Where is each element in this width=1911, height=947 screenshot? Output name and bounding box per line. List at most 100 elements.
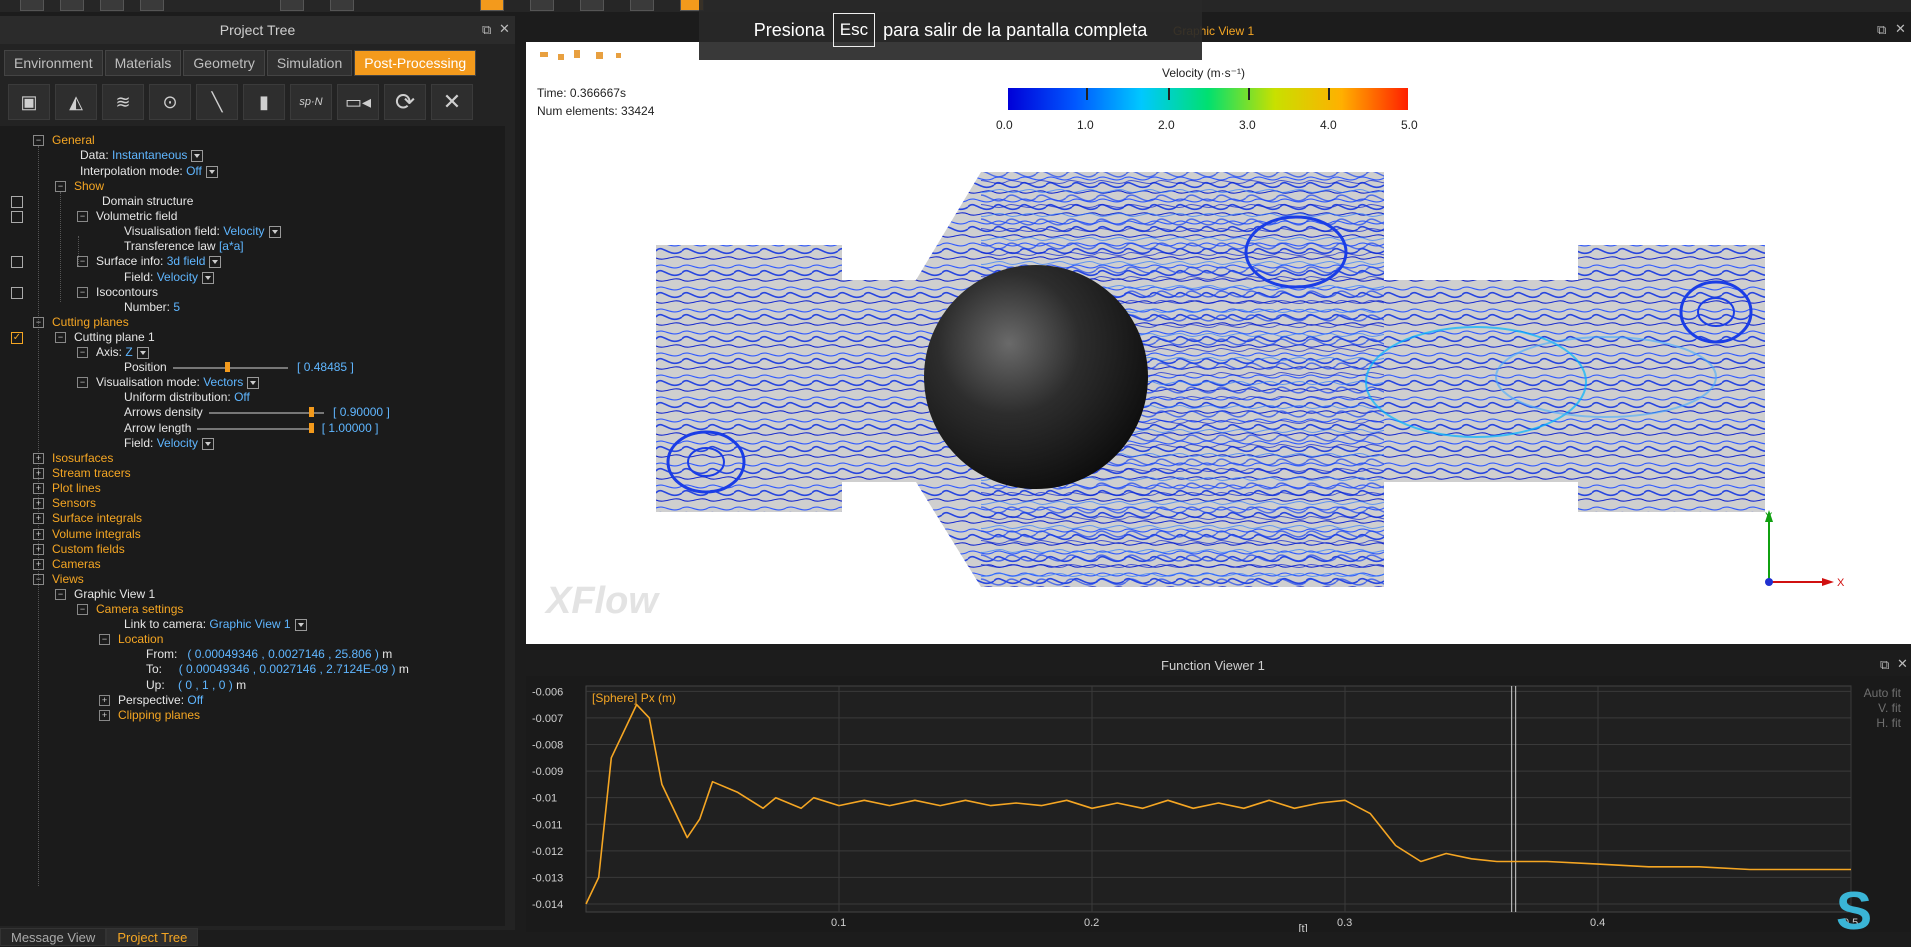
tree-item-graphic-view[interactable]: − Graphic View 1 (55, 586, 155, 602)
slider-handle[interactable] (309, 406, 315, 417)
tree-item-clipping[interactable]: + Clipping planes (99, 707, 200, 723)
v-fit-button[interactable]: V. fit (1878, 701, 1901, 715)
chevron-down-icon[interactable] (268, 225, 281, 238)
tab-materials[interactable]: Materials (104, 50, 182, 76)
surface-checkbox[interactable] (11, 256, 23, 268)
cube-icon[interactable]: ▣ (8, 84, 50, 120)
tree-item-cutting-plane-1[interactable]: − Cutting plane 1 (55, 329, 155, 345)
expand-icon[interactable]: + (99, 695, 110, 707)
float-icon[interactable]: ⧉ (1877, 22, 1886, 38)
tab-project-tree[interactable]: Project Tree (106, 928, 199, 946)
number-value[interactable]: 5 (173, 300, 180, 314)
graphic-view-canvas[interactable]: Y X Time: 0.366667s Num elements: 33424 … (526, 42, 1911, 644)
length-value[interactable]: 1.00000 (328, 421, 371, 435)
refresh-icon[interactable]: ⟳ (384, 84, 426, 120)
chevron-down-icon[interactable] (247, 376, 260, 389)
sphere-object[interactable] (924, 265, 1148, 489)
interp-select[interactable]: Off (186, 164, 202, 178)
point-icon[interactable]: ⊙ (149, 84, 191, 120)
collapse-icon[interactable]: − (55, 181, 66, 193)
tab-environment[interactable]: Environment (4, 50, 103, 76)
slider-handle[interactable] (224, 361, 230, 372)
domain-checkbox[interactable] (11, 196, 23, 208)
close-panel-icon[interactable]: ✕ (499, 21, 510, 37)
tree-item-surface[interactable]: − Surface info: 3d field (77, 253, 222, 269)
tab-geometry[interactable]: Geometry (183, 50, 265, 76)
perspective-value[interactable]: Off (187, 693, 203, 707)
tab-post-processing[interactable]: Post-Processing (354, 50, 477, 76)
collapse-icon[interactable]: − (99, 634, 110, 646)
function-viewer-plot[interactable]: -0.006 -0.007 -0.008 -0.009 -0.01 -0.011 -0.01… (526, 676, 1911, 932)
toolbar-button[interactable] (140, 0, 164, 11)
collapse-icon[interactable]: − (33, 317, 44, 329)
tree-item-plot-lines[interactable]: + Plot lines (33, 480, 101, 496)
toolbar-button[interactable] (60, 0, 84, 11)
collapse-icon[interactable]: − (77, 287, 88, 299)
camera-icon[interactable]: ▭◂ (337, 84, 379, 120)
close-icon[interactable]: ✕ (431, 84, 473, 120)
h-fit-button[interactable]: H. fit (1876, 716, 1901, 730)
chevron-down-icon[interactable] (205, 165, 218, 178)
tree-item-perspective[interactable]: + Perspective: Off (99, 692, 203, 708)
close-viewer-icon[interactable]: ✕ (1897, 656, 1908, 672)
auto-fit-button[interactable]: Auto fit (1864, 686, 1901, 700)
expand-icon[interactable]: + (33, 453, 44, 465)
cut-field-select[interactable]: Velocity (157, 436, 198, 450)
expand-icon[interactable]: + (33, 468, 44, 480)
streamlines-icon[interactable]: ≋ (102, 84, 144, 120)
transference-value[interactable]: [a*a] (219, 239, 244, 253)
tree-item-location[interactable]: − Location (99, 631, 163, 647)
toolbar-button[interactable] (100, 0, 124, 11)
tab-simulation[interactable]: Simulation (266, 50, 353, 76)
cutting-plane-checkbox[interactable]: ✓ (11, 332, 23, 344)
uniform-value[interactable]: Off (234, 390, 250, 404)
vis-field-select[interactable]: Velocity (223, 224, 264, 238)
collapse-icon[interactable]: − (33, 574, 44, 586)
collapse-icon[interactable]: − (77, 377, 88, 389)
to-value[interactable]: ( 0.00049346 , 0.0027146 , 2.7124E-09 ) (179, 662, 396, 676)
data-select[interactable]: Instantaneous (112, 148, 187, 162)
slider-handle[interactable] (309, 422, 315, 433)
position-slider[interactable] (172, 361, 288, 372)
tree-item-vis-mode[interactable]: − Visualisation mode: Vectors (77, 374, 260, 390)
expand-icon[interactable]: + (33, 529, 44, 541)
tree-item-sensors[interactable]: + Sensors (33, 495, 96, 511)
spv-icon[interactable]: sp·N (290, 84, 332, 120)
chevron-down-icon[interactable] (202, 437, 215, 450)
position-value[interactable]: 0.48485 (304, 360, 347, 374)
isocontours-checkbox[interactable] (11, 287, 23, 299)
surface-select[interactable]: 3d field (167, 254, 206, 268)
collapse-icon[interactable]: − (77, 211, 88, 223)
toolbar-button-active[interactable] (480, 0, 504, 11)
surface-icon[interactable]: ◭ (55, 84, 97, 120)
axis-select[interactable]: Z (125, 345, 132, 359)
tree-item-camera-settings[interactable]: − Camera settings (77, 601, 183, 617)
collapse-icon[interactable]: − (55, 332, 66, 344)
toolbar-button[interactable] (330, 0, 354, 11)
float-icon[interactable]: ⧉ (482, 22, 491, 38)
expand-icon[interactable]: + (33, 498, 44, 510)
tree-item-isosurfaces[interactable]: + Isosurfaces (33, 450, 113, 466)
line-chart[interactable]: -0.006 -0.007 -0.008 -0.009 -0.01 -0.011 -0.01… (526, 676, 1911, 932)
vis-mode-select[interactable]: Vectors (203, 375, 243, 389)
density-slider[interactable] (208, 406, 324, 417)
up-value[interactable]: ( 0 , 1 , 0 ) (178, 678, 233, 692)
toolbar-button[interactable] (630, 0, 654, 11)
collapse-icon[interactable]: − (77, 347, 88, 359)
expand-icon[interactable]: + (33, 544, 44, 556)
collapse-icon[interactable]: − (77, 256, 88, 268)
float-icon[interactable]: ⧉ (1880, 657, 1889, 673)
tree-item-custom-fields[interactable]: + Custom fields (33, 541, 125, 557)
tree-item-volumetric[interactable]: − Volumetric field (77, 208, 177, 224)
expand-icon[interactable]: + (33, 559, 44, 571)
collapse-icon[interactable]: − (77, 604, 88, 616)
plane-icon[interactable]: ▮ (243, 84, 285, 120)
surface-field-select[interactable]: Velocity (157, 270, 198, 284)
line-icon[interactable]: ╲ (196, 84, 238, 120)
tree-item-axis[interactable]: − Axis: Z (77, 344, 149, 360)
tree-item-volume-integrals[interactable]: + Volume integrals (33, 526, 141, 542)
tree-item-general[interactable]: − General (33, 132, 95, 148)
chevron-down-icon[interactable] (294, 618, 307, 631)
tree-item-stream-tracers[interactable]: + Stream tracers (33, 465, 131, 481)
tree-item-cameras[interactable]: + Cameras (33, 556, 101, 572)
